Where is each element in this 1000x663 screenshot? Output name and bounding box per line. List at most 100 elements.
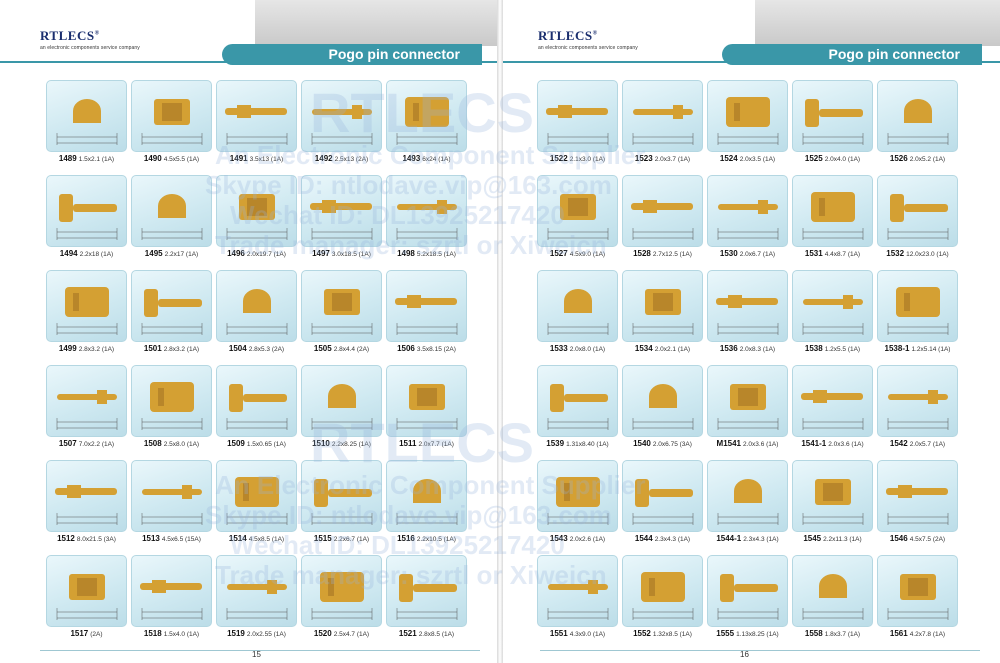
product-code: 1543 [549,534,568,543]
product-spec: 2.7x12.5 (1A) [652,251,692,258]
product-spec: 1.8x3.7 (1A) [824,631,861,638]
book-gutter [497,0,503,663]
product-card: 1520 2.5x4.7 (1A) [301,555,382,645]
product-image [301,175,382,247]
product-code: 1538-1 [884,344,910,353]
product-spec: 2.0x2.1 (1A) [654,346,691,353]
product-image [877,460,958,532]
product-card: 1511 2.0x7.7 (1A) [386,365,467,455]
product-spec: 6x24 (1A) [422,156,451,163]
product-spec: 2.2x8.25 (1A) [331,441,371,448]
product-card: 1489 1.5x2.1 (1A) [46,80,127,170]
product-card: 1490 4.5x5.5 (1A) [131,80,212,170]
product-image [792,460,873,532]
product-image [537,460,618,532]
product-image [792,80,873,152]
product-spec: 2.8x3.2 (1A) [163,346,200,353]
product-image [301,555,382,627]
product-spec: 2.8x8.5 (1A) [418,631,455,638]
product-spec: 2.0x8.3 (1A) [739,346,776,353]
product-card: 1530 2.0x6.7 (1A) [707,175,788,265]
product-card: 1561 4.2x7.8 (1A) [877,555,958,645]
product-spec: 4.5x6.5 (15A) [161,536,201,543]
product-card: 1523 2.0x3.7 (1A) [622,80,703,170]
product-image [131,460,212,532]
product-caption: 1533 2.0x8.0 (1A) [537,344,618,353]
product-code: 1525 [804,154,823,163]
product-caption: 1555 1.13x8.25 (1A) [707,629,788,638]
product-spec: 1.31x8.40 (1A) [566,441,609,448]
product-image [707,80,788,152]
product-caption: 1542 2.0x5.7 (1A) [877,439,958,448]
product-card: 1539 1.31x8.40 (1A) [537,365,618,455]
product-image [877,555,958,627]
product-card: 1494 2.2x18 (1A) [46,175,127,265]
product-image [537,175,618,247]
product-caption: 1545 2.2x11.3 (1A) [792,534,873,543]
product-spec: 2.0x2.55 (1A) [246,631,286,638]
product-image [301,460,382,532]
product-card: 1504 2.8x5.3 (2A) [216,270,297,360]
product-card: 1538-1 1.2x5.14 (1A) [877,270,958,360]
product-caption: 1534 2.0x2.1 (1A) [622,344,703,353]
product-code: 1526 [889,154,908,163]
product-caption: 1501 2.8x3.2 (1A) [131,344,212,353]
product-card: 1508 2.5x8.0 (1A) [131,365,212,455]
header-gray-block [755,0,1000,46]
product-image [131,270,212,342]
product-card: 1526 2.0x5.2 (1A) [877,80,958,170]
product-code: 1495 [144,249,163,258]
product-code: 1498 [397,249,415,258]
product-code: 1544-1 [716,534,742,543]
product-spec: 2.1x3.0 (1A) [569,156,606,163]
brand-tagline: an electronic components service company [538,45,638,51]
product-caption: 1506 3.5x8.15 (2A) [386,344,467,353]
product-card: 1528 2.7x12.5 (1A) [622,175,703,265]
product-card: M1541 2.0x3.6 (1A) [707,365,788,455]
product-spec: 4.3x9.0 (1A) [569,631,606,638]
product-code: 1561 [889,629,908,638]
product-code: 1506 [397,344,415,353]
product-card: 1534 2.0x2.1 (1A) [622,270,703,360]
product-card: 1546 4.5x7.5 (2A) [877,460,958,550]
product-caption: 1522 2.1x3.0 (1A) [537,154,618,163]
product-code: M1541 [716,439,742,448]
product-image [216,175,297,247]
product-caption: 1505 2.8x4.4 (2A) [301,344,382,353]
product-code: 1542 [889,439,908,448]
product-caption: 1530 2.0x6.7 (1A) [707,249,788,258]
product-code: 1552 [633,629,651,638]
product-card: 1531 4.4x8.7 (1A) [792,175,873,265]
product-image [622,270,703,342]
product-card: 1507 7.0x2.2 (1A) [46,365,127,455]
product-spec: 2.2x6.7 (1A) [333,536,370,543]
product-spec: 2.0x5.7 (1A) [909,441,946,448]
product-card: 1538 1.2x5.5 (1A) [792,270,873,360]
product-code: 1528 [633,249,651,258]
product-card: 1495 2.2x17 (1A) [131,175,212,265]
product-caption: 1538 1.2x5.5 (1A) [792,344,873,353]
product-image [792,365,873,437]
product-spec: 4.5x5.5 (1A) [163,156,200,163]
product-code: 1534 [634,344,653,353]
product-image [386,80,467,152]
product-caption: 1508 2.5x8.0 (1A) [131,439,212,448]
product-image [386,460,467,532]
product-caption: 1491 3.5x13 (1A) [216,154,297,163]
product-code: 1530 [719,249,738,258]
product-caption: 1497 3.0x18.5 (1A) [301,249,382,258]
product-code: 1524 [719,154,738,163]
product-image [46,80,127,152]
product-spec: 1.13x8.25 (1A) [736,631,779,638]
product-image [537,365,618,437]
product-caption: 1541-1 2.0x3.6 (1A) [792,439,873,448]
product-image [537,270,618,342]
product-image [622,175,703,247]
product-caption: 1495 2.2x17 (1A) [131,249,212,258]
product-card: 1533 2.0x8.0 (1A) [537,270,618,360]
product-image [537,80,618,152]
product-card: 1544 2.3x4.3 (1A) [622,460,703,550]
product-caption: 1561 4.2x7.8 (1A) [877,629,958,638]
product-caption: 1540 2.0x6.75 (3A) [622,439,703,448]
product-caption: 1516 2.2x10.5 (1A) [386,534,467,543]
